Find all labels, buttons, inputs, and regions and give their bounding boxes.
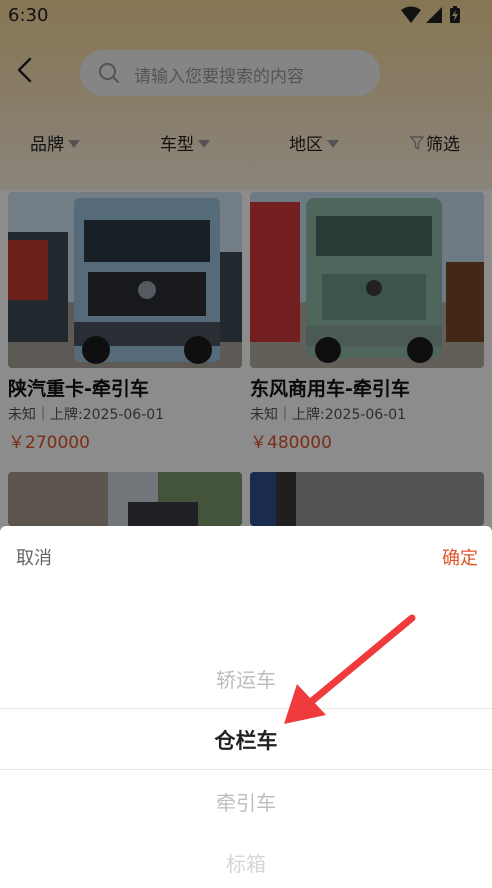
picker-option-selected[interactable]: 仓栏车: [0, 725, 492, 755]
vehicle-type-picker: 取消 确定 轿运车 仓栏车 牵引车 标箱: [0, 526, 492, 888]
picker-selection-bottom-line: [0, 769, 492, 770]
cancel-button[interactable]: 取消: [16, 544, 52, 570]
confirm-button[interactable]: 确定: [442, 544, 478, 570]
picker-option[interactable]: 轿运车: [0, 664, 492, 693]
picker-option[interactable]: 标箱: [0, 848, 492, 877]
picker-option[interactable]: 牵引车: [0, 787, 492, 816]
picker-selection-top-line: [0, 708, 492, 709]
